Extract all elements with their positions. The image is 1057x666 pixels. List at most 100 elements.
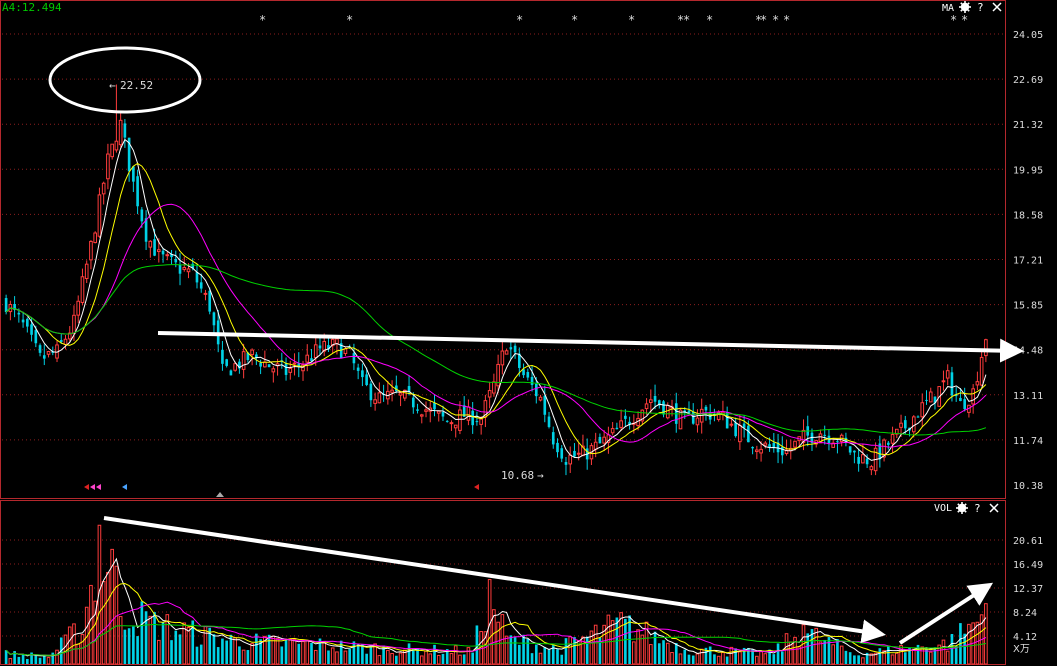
volume-gear-icon[interactable] xyxy=(956,502,968,514)
event-marker[interactable]: * xyxy=(950,13,957,27)
candle xyxy=(292,353,297,376)
volume-bar xyxy=(513,637,517,664)
candle xyxy=(305,344,310,372)
volume-bar xyxy=(433,644,436,664)
candle xyxy=(390,380,394,402)
volume-bar xyxy=(365,653,368,664)
volume-bar xyxy=(288,638,293,665)
candle xyxy=(339,338,343,359)
volume-bar xyxy=(738,651,742,665)
close-icon[interactable] xyxy=(992,2,1002,12)
volume-bar xyxy=(118,616,123,665)
volume-bar xyxy=(530,653,534,664)
volume-bar xyxy=(38,657,42,664)
volume-bar xyxy=(80,634,85,665)
candle xyxy=(271,366,276,383)
candle xyxy=(869,464,874,476)
volume-bar xyxy=(441,653,445,664)
volume-bar xyxy=(330,647,335,665)
candle xyxy=(123,119,127,148)
candle xyxy=(916,415,920,418)
gear-icon[interactable] xyxy=(959,1,971,13)
volume-bar xyxy=(857,655,860,664)
volume-bar xyxy=(573,637,576,664)
event-marker[interactable]: * xyxy=(961,13,968,27)
event-marker[interactable]: * xyxy=(628,13,635,27)
candle xyxy=(110,143,114,160)
event-marker[interactable]: * xyxy=(772,13,779,27)
candle xyxy=(492,373,496,397)
event-markers[interactable]: * * * * * ** * ** * * * * xyxy=(259,13,968,27)
volume-bar xyxy=(67,626,72,665)
volume-bar xyxy=(984,603,988,665)
volume-bar xyxy=(509,635,513,664)
high-price-label: 22.52 xyxy=(120,79,153,92)
volume-bar xyxy=(348,648,351,664)
volume-bar xyxy=(683,649,687,664)
candle xyxy=(398,391,403,407)
volume-bar xyxy=(725,656,729,664)
volume-bar xyxy=(471,652,474,664)
event-marker[interactable]: * xyxy=(516,13,523,27)
candle xyxy=(297,352,301,378)
volume-bar xyxy=(954,646,958,664)
volume-bar xyxy=(216,647,220,664)
resistance-trend-arrow xyxy=(157,331,1024,363)
candle xyxy=(551,426,555,449)
candle xyxy=(284,357,288,381)
volume-help-icon[interactable]: ? xyxy=(974,502,981,515)
event-marker[interactable]: * xyxy=(259,13,266,27)
candle xyxy=(161,247,165,263)
volume-bar xyxy=(941,639,946,665)
volume-bar xyxy=(560,654,564,664)
candle xyxy=(471,401,474,434)
candle xyxy=(76,295,81,324)
candle xyxy=(873,442,878,476)
candle xyxy=(509,339,513,360)
volume-bar xyxy=(839,645,844,665)
candle xyxy=(416,403,419,414)
volume-bar xyxy=(818,641,823,665)
event-marker[interactable]: * xyxy=(706,13,713,27)
candle xyxy=(26,317,29,333)
price-axis: 24.0522.6921.3219.9518.5817.2115.8514.48… xyxy=(1013,30,1043,492)
candle xyxy=(46,350,51,358)
candle xyxy=(8,300,13,321)
candle xyxy=(212,311,216,335)
event-marker[interactable]: * xyxy=(571,13,578,27)
volume-bar xyxy=(975,621,980,665)
event-marker[interactable]: * xyxy=(346,13,353,27)
volume-bar xyxy=(339,640,343,664)
volume-close-icon[interactable] xyxy=(989,503,999,513)
volume-bar xyxy=(428,653,433,665)
volume-bar xyxy=(678,653,683,665)
candle xyxy=(920,393,925,427)
volume-bar xyxy=(250,643,254,665)
candle xyxy=(483,394,488,428)
event-marker[interactable]: * xyxy=(683,13,690,27)
candle xyxy=(602,430,606,452)
stock-chart: 24.0522.6921.3219.9518.5817.2115.8514.48… xyxy=(0,0,1043,665)
price-tick-label: 15.85 xyxy=(1013,301,1043,312)
volume-bar xyxy=(670,652,674,665)
event-marker[interactable]: * xyxy=(760,13,767,27)
candle xyxy=(500,341,505,375)
volume-bar xyxy=(221,638,224,664)
volume-bar xyxy=(695,653,700,665)
candle xyxy=(386,380,390,405)
volume-bar xyxy=(453,645,458,665)
volume-bar xyxy=(246,650,250,664)
event-marker[interactable]: * xyxy=(783,13,790,27)
volume-bar xyxy=(636,629,640,665)
volume-bar xyxy=(648,644,653,665)
volume-tick-label: 16.49 xyxy=(1013,560,1043,571)
volume-bar xyxy=(814,627,819,665)
candle xyxy=(522,363,525,378)
candle xyxy=(93,231,98,244)
candle xyxy=(21,311,25,328)
volume-bar xyxy=(310,643,313,664)
help-icon[interactable]: ? xyxy=(977,1,984,14)
volume-bar xyxy=(101,581,106,665)
volume-bar xyxy=(76,643,81,665)
volume-bar xyxy=(848,652,852,664)
